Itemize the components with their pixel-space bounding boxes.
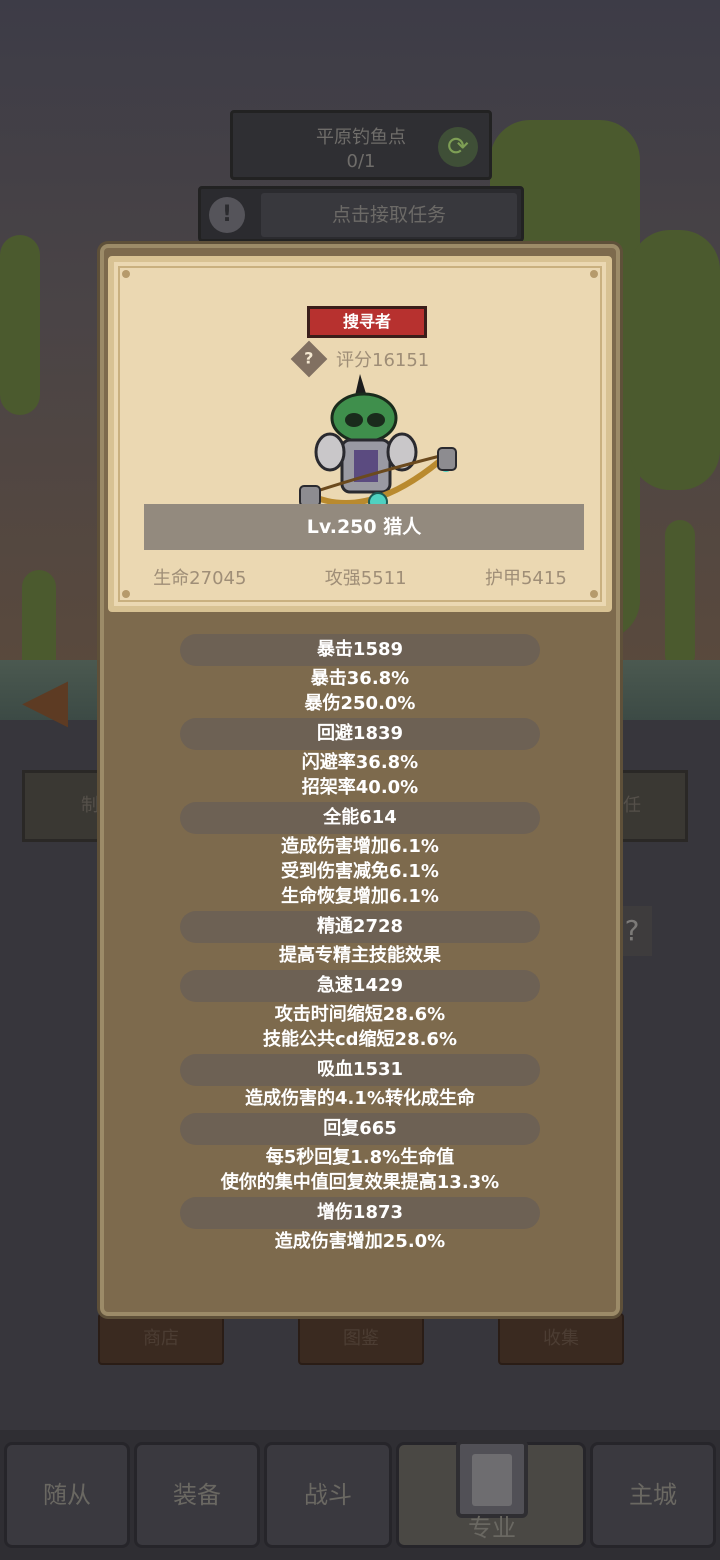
side-tab-label: 制 [81,795,99,816]
nav-tab-equipment[interactable]: 装备 [134,1442,260,1548]
stat-header: 精通2728 [180,911,540,943]
side-tab-left[interactable]: 制 [22,770,102,842]
nav-tab-followers[interactable]: 随从 [4,1442,130,1548]
codex-button[interactable]: 图鉴 [298,1313,424,1365]
shop-button[interactable]: 商店 [98,1313,224,1365]
stat-header: 暴击1589 [180,634,540,666]
stat-group-regen: 回复665 每5秒回复1.8%生命值 使你的集中值回复效果提高13.3% [104,1113,616,1195]
corner-rivet [122,590,130,598]
score-value: 评分16151 [336,350,430,371]
character-card: 搜寻者 ? 评分16151 Lv.250 猎人 生命27045 攻强5511 护… [108,256,612,612]
question-icon[interactable]: ? [290,340,328,378]
cactus-decoration [630,230,720,490]
character-stats-modal: 搜寻者 ? 评分16151 Lv.250 猎人 生命27045 攻强5511 护… [100,244,620,1316]
class-tag: 搜寻者 [307,306,427,338]
stat-header: 回复665 [180,1113,540,1145]
side-tab-label: 任 [623,795,641,816]
stat-group-leech: 吸血1531 造成伤害的4.1%转化成生命 [104,1054,616,1111]
base-stat-hp: 生命27045 [153,568,247,589]
back-arrow-icon[interactable]: ◀ [22,670,88,730]
nav-tab-main-city[interactable]: 主城 [590,1442,716,1548]
stat-line: 技能公共cd缩短28.6% [262,1029,457,1050]
stat-line: 受到伤害减免6.1% [281,861,439,882]
score-row: ? 评分16151 [290,340,430,378]
accept-task-button[interactable]: 点击接取任务 [261,193,517,237]
corner-rivet [122,270,130,278]
stat-line: 暴伤250.0% [304,693,416,714]
base-stat-armor: 护甲5415 [484,568,567,589]
level-class-banner: Lv.250 猎人 [144,504,584,550]
stat-line: 使你的集中值回复效果提高13.3% [220,1172,500,1193]
cactus-decoration [665,520,695,670]
base-stat-attack-power: 攻强5511 [324,568,407,589]
stat-line: 造成伤害的4.1%转化成生命 [245,1088,475,1109]
stat-line: 造成伤害增加6.1% [281,836,439,857]
cactus-decoration [0,235,40,415]
stat-group-avoidance: 回避1839 闪避率36.8% 招架率40.0% [104,718,616,800]
stat-header: 吸血1531 [180,1054,540,1086]
nav-tab-battle[interactable]: 战斗 [264,1442,392,1548]
side-tab-right[interactable]: 任 [618,770,688,842]
nav-tab-profession-label: 专业 [468,1514,516,1542]
stat-header: 回避1839 [180,718,540,750]
stat-header: 急速1429 [180,970,540,1002]
scroll-icon [456,1440,528,1518]
stat-line: 招架率40.0% [301,777,419,798]
stat-group-versatility: 全能614 造成伤害增加6.1% 受到伤害减免6.1% 生命恢复增加6.1% [104,802,616,909]
secondary-stats-list: 暴击1589 暴击36.8% 暴伤250.0% 回避1839 闪避率36.8% … [104,634,616,1256]
stat-line: 闪避率36.8% [301,752,419,773]
stat-group-damage-bonus: 增伤1873 造成伤害增加25.0% [104,1197,616,1254]
collection-button[interactable]: 收集 [498,1313,624,1365]
stat-header: 增伤1873 [180,1197,540,1229]
quest-location-box[interactable]: 平原钓鱼点 0/1 ⟳ [230,110,492,180]
stat-line: 每5秒回复1.8%生命值 [265,1147,455,1168]
stat-group-mastery: 精通2728 提高专精主技能效果 [104,911,616,968]
stat-group-crit: 暴击1589 暴击36.8% 暴伤250.0% [104,634,616,716]
alert-icon: ! [209,197,245,233]
stat-line: 提高专精主技能效果 [279,945,441,966]
corner-rivet [590,270,598,278]
corner-rivet [590,590,598,598]
stat-line: 造成伤害增加25.0% [274,1231,446,1252]
stat-line: 生命恢复增加6.1% [281,886,439,907]
stat-group-haste: 急速1429 攻击时间缩短28.6% 技能公共cd缩短28.6% [104,970,616,1052]
stat-line: 攻击时间缩短28.6% [274,1004,446,1025]
task-bar: ! 点击接取任务 [198,186,524,242]
hunter-character-sprite [299,374,457,512]
base-stats-row: 生命27045 攻强5511 护甲5415 [114,564,606,590]
stat-line: 暴击36.8% [310,668,410,689]
refresh-icon[interactable]: ⟳ [438,127,478,167]
stat-header: 全能614 [180,802,540,834]
